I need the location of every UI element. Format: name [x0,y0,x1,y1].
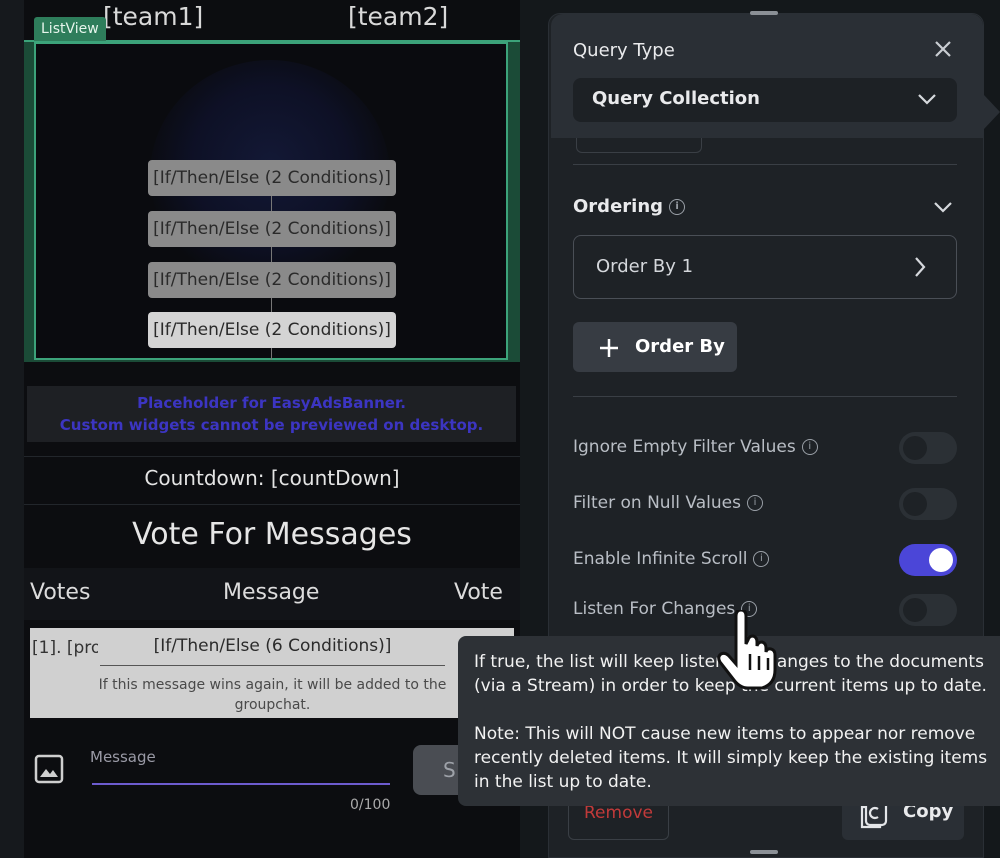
plus-icon [600,339,618,357]
toggle-label-filter-null: Filter on Null Values i [573,493,763,513]
ordering-label: Ordering i [573,196,686,217]
ads-line-1: Placeholder for EasyAdsBanner. [137,394,406,412]
panel-pointer [984,95,1000,129]
ordering-label-text: Ordering [573,196,664,217]
column-header-message: Message [223,580,320,605]
column-header-votes: Votes [30,580,91,605]
query-type-label: Query Type [573,40,675,61]
toggle-label-text: Ignore Empty Filter Values [573,437,796,457]
info-icon[interactable]: i [753,551,770,567]
infinite-scroll-toggle[interactable] [899,544,957,576]
toggle-label-text: Listen For Changes [573,599,736,619]
row-condition: [If/Then/Else (6 Conditions)] [153,636,392,656]
filter-null-toggle[interactable] [899,488,957,520]
ads-banner-placeholder: Placeholder for EasyAdsBanner. Custom wi… [27,386,516,442]
toggle-label-text: Filter on Null Values [573,493,741,513]
listen-changes-toggle[interactable] [899,594,957,626]
condition-widget-1[interactable]: [If/Then/Else (2 Conditions)] [148,160,396,196]
character-counter: 0/100 [350,797,391,813]
condition-widget-2[interactable]: [If/Then/Else (2 Conditions)] [148,211,396,247]
divider [24,504,520,505]
order-by-item-label: Order By 1 [596,256,694,277]
message-input[interactable] [92,783,390,785]
condition-widget-4[interactable]: [If/Then/Else (2 Conditions)] [148,312,396,348]
info-icon[interactable]: i [669,199,686,215]
info-icon[interactable]: i [801,439,818,455]
drag-handle[interactable] [750,11,778,15]
column-header-vote: Vote [454,580,503,605]
close-icon[interactable] [934,40,952,58]
tooltip-paragraph-2: Note: This will NOT cause new items to a… [474,724,988,792]
team2-label: [team2] [348,2,449,31]
toggle-label-ignore-empty: Ignore Empty Filter Values i [573,437,818,457]
condition-widget-3[interactable]: [If/Then/Else (2 Conditions)] [148,262,396,298]
divider [573,396,957,397]
toggle-label-infinite-scroll: Enable Infinite Scroll i [573,549,770,569]
add-order-by-label: Order By [635,336,725,357]
hidden-button-edge [576,138,702,153]
hand-cursor-icon [717,610,777,690]
ads-line-2: Custom widgets cannot be previewed on de… [59,416,484,434]
info-icon[interactable]: i [746,495,763,511]
chevron-down-icon[interactable] [933,200,953,214]
message-input-label: Message [90,748,156,766]
drag-handle[interactable] [750,850,778,854]
ignore-empty-filter-toggle[interactable] [899,432,957,464]
listview-badge: ListView [34,17,106,41]
image-icon[interactable] [34,754,64,784]
left-gutter [0,0,24,858]
team1-label: [team1] [103,2,204,31]
countdown-text: Countdown: [countDown] [144,466,400,490]
query-type-value: Query Collection [592,88,760,109]
toggle-label-text: Enable Infinite Scroll [573,549,748,569]
row-rank: [1]. [prop [32,638,98,658]
divider [24,456,520,457]
chevron-down-icon [918,94,936,105]
row-note: If this message wins again, it will be a… [98,677,447,713]
row-divider [100,665,445,666]
chevron-right-icon [915,257,926,277]
vote-title: Vote For Messages [132,517,412,552]
divider [573,164,957,165]
